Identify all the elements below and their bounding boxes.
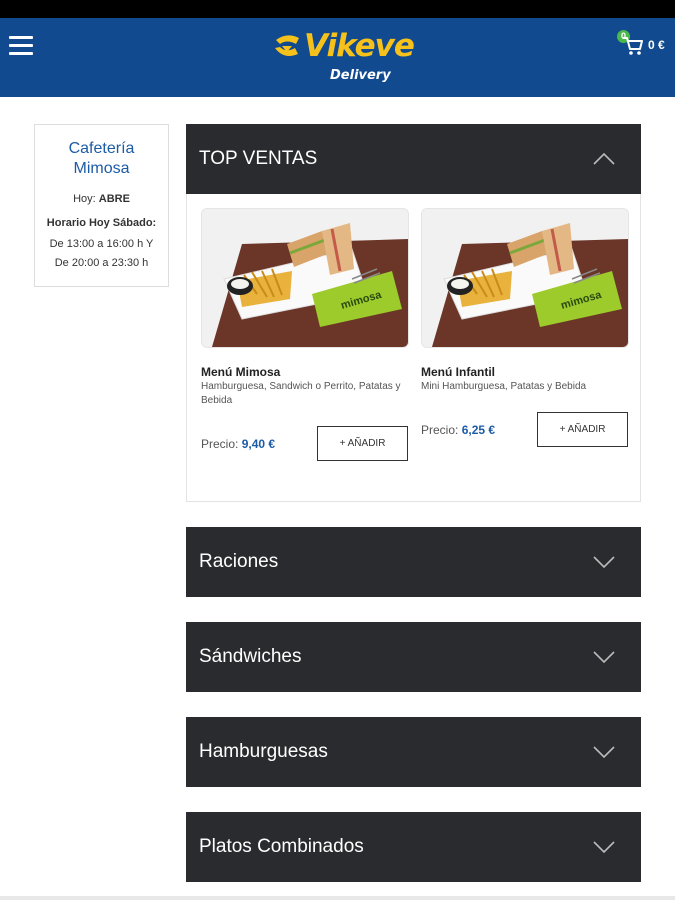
schedule-line-2: De 20:00 a 23:30 h [54,257,149,269]
brand-name: Vikeve [304,28,415,64]
category-raciones[interactable]: Raciones [186,527,641,597]
schedule-hours: De 13:00 a 16:00 h Y De 20:00 a 23:30 h [35,235,168,273]
restaurant-name[interactable]: Cafetería Mimosa [35,139,168,179]
hamburger-menu-icon[interactable] [9,36,33,56]
product-price: Precio: 9,40 € [201,437,275,451]
category-title: Platos Combinados [199,836,364,857]
add-to-cart-button[interactable]: + AÑADIR [537,412,628,447]
product-image[interactable]: mimosa [421,208,629,348]
product-description: Mini Hamburguesa, Patatas y Bebida [421,381,587,392]
product-name[interactable]: Menú Mimosa [201,365,280,379]
restaurant-info-card: Cafetería Mimosa Hoy: ABRE Horario Hoy S… [34,124,169,287]
price-value: 6,25 € [461,423,496,437]
today-status-value: ABRE [98,193,130,205]
brand-logo[interactable]: Vikeve Delivery [272,28,415,88]
add-to-cart-button[interactable]: + AÑADIR [317,426,408,461]
chevron-down-icon [593,746,615,758]
product-card: mimosa Menú Mimosa Hamburguesa, Sandwich… [201,208,409,468]
schedule-line-1: De 13:00 a 16:00 h Y [49,238,154,250]
cart-total: 0 € [648,38,665,52]
shopping-cart-icon [623,37,643,55]
product-card: mimosa Menú Infantil Mini Hamburguesa, P… [421,208,629,468]
top-ventas-title: TOP VENTAS [199,148,318,169]
page-bottom-divider [0,896,675,900]
category-title: Hamburguesas [199,741,328,762]
price-label: Precio: [201,437,239,451]
chevron-down-icon [593,841,615,853]
category-title: Sándwiches [199,646,302,667]
app-header: Vikeve Delivery 0 0 € [0,18,675,97]
category-platos-combinados[interactable]: Platos Combinados [186,812,641,882]
brand-subtitle: Delivery [330,68,391,83]
today-label: Hoy: [73,193,96,205]
chevron-down-icon [593,651,615,663]
cart-button[interactable]: 0 0 € [614,30,674,60]
category-hamburguesas[interactable]: Hamburguesas [186,717,641,787]
product-description: Hamburguesa, Sandwich o Perrito, Patatas… [201,381,401,406]
price-label: Precio: [421,423,459,437]
chevron-up-icon [593,153,615,165]
product-image[interactable]: mimosa [201,208,409,348]
price-value: 9,40 € [241,437,276,451]
product-name[interactable]: Menú Infantil [421,365,495,379]
today-status: Hoy: ABRE [35,193,168,205]
status-bar [0,0,675,18]
category-sandwiches[interactable]: Sándwiches [186,622,641,692]
logo-mark-icon [275,35,299,56]
top-ventas-header[interactable]: TOP VENTAS [186,124,641,194]
category-title: Raciones [199,551,279,572]
schedule-title: Horario Hoy Sábado: [46,217,157,229]
product-price: Precio: 6,25 € [421,423,495,437]
chevron-down-icon [593,556,615,568]
